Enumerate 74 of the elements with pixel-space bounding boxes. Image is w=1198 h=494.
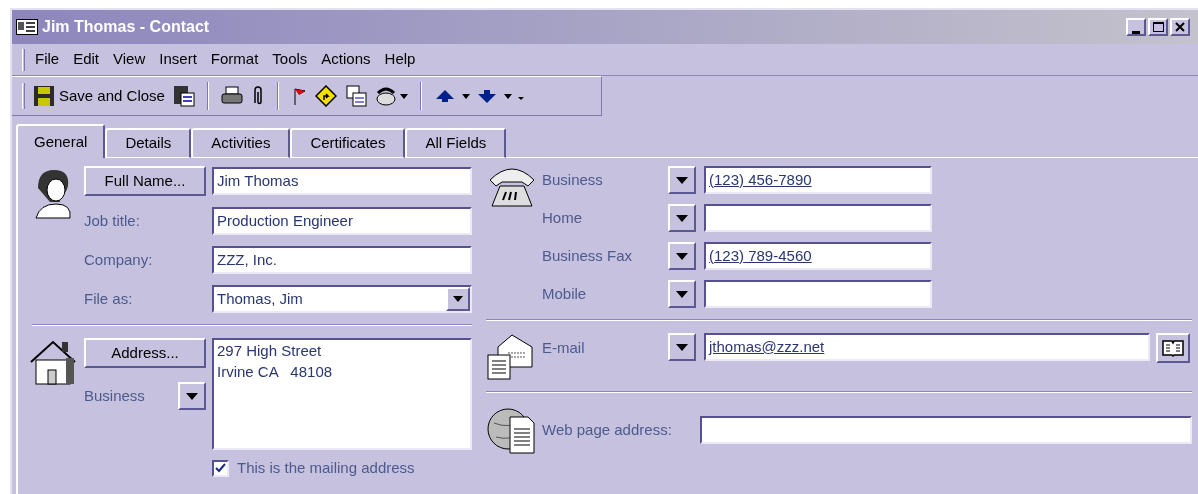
email-label: E-mail: [542, 338, 586, 358]
checkbox-label: This is the mailing address: [237, 458, 415, 478]
caret-icon: [453, 296, 463, 302]
menu-item[interactable]: Help: [384, 48, 416, 71]
caret-icon: [186, 392, 198, 400]
menu-item[interactable]: Tools: [272, 48, 308, 71]
menu-item[interactable]: Edit: [73, 48, 100, 71]
menu-item[interactable]: Insert: [159, 48, 197, 71]
close-icon: [1175, 22, 1185, 32]
phone-field[interactable]: (123) 789-4560: [704, 242, 932, 270]
minimize-button[interactable]: [1126, 18, 1146, 36]
text-field[interactable]: Jim Thomas: [212, 167, 472, 195]
caret-icon: [676, 214, 688, 222]
caret-icon: [676, 290, 688, 298]
road-sign-icon[interactable]: [314, 85, 337, 107]
menu-item[interactable]: Format: [210, 48, 259, 71]
floppy-card-icon[interactable]: [172, 85, 195, 107]
telephone-icon[interactable]: [374, 85, 397, 107]
address-type-label: Business: [84, 385, 145, 406]
phone-field[interactable]: [704, 204, 932, 232]
menu-item[interactable]: File: [35, 48, 60, 71]
tab[interactable]: Activities: [191, 128, 291, 158]
phone-field[interactable]: (123) 456-7890: [704, 166, 932, 194]
caret-icon[interactable]: [399, 93, 408, 99]
phone-type-dropdown-button[interactable]: [668, 280, 696, 308]
field-label: Company:: [84, 249, 153, 270]
text-field[interactable]: ZZZ, Inc.: [212, 246, 472, 274]
phone-type-dropdown-button[interactable]: [668, 166, 696, 194]
phone-type-dropdown-button[interactable]: [668, 242, 696, 270]
phone-field[interactable]: [704, 280, 932, 308]
web-page-label: Web page address:: [542, 419, 673, 440]
new-message-icon[interactable]: [344, 85, 367, 107]
save-and-close-button[interactable]: Save and Close: [33, 84, 165, 108]
address-book-button[interactable]: [1156, 333, 1190, 363]
tab[interactable]: General: [16, 124, 106, 158]
printer-icon[interactable]: [220, 85, 243, 107]
text-field[interactable]: Production Engineer: [212, 207, 472, 235]
field-label: Job title:: [84, 210, 140, 231]
email-type-dropdown-button[interactable]: [668, 333, 696, 361]
phone-label: Business Fax: [542, 245, 634, 266]
contact-card-icon: [16, 19, 38, 35]
web-page-field[interactable]: [700, 416, 1192, 444]
maximize-button[interactable]: [1148, 18, 1168, 36]
maximize-icon: [1152, 22, 1164, 32]
file-as-dropdown[interactable]: Thomas, Jim: [212, 285, 472, 313]
menu-item[interactable]: View: [113, 48, 146, 71]
address-line: Irvine CA 48108: [217, 362, 333, 382]
tab[interactable]: All Fields: [405, 128, 507, 158]
book-icon: [1162, 339, 1184, 357]
checkmark-icon: [215, 463, 226, 474]
phone-type-dropdown-button[interactable]: [668, 204, 696, 232]
menu-item[interactable]: Actions: [321, 48, 371, 71]
caret-icon[interactable]: [461, 93, 470, 99]
caret-icon: [676, 176, 688, 184]
field-label: File as:: [84, 288, 133, 309]
address-field[interactable]: 297 High Street Irvine CA 48108: [212, 338, 472, 450]
close-button[interactable]: [1170, 18, 1190, 36]
caret-icon[interactable]: [503, 93, 512, 99]
caret-icon: [676, 343, 688, 351]
window-title: Jim Thomas - Contact: [42, 17, 210, 37]
tab[interactable]: Certificates: [290, 128, 406, 158]
full-name-button[interactable]: Full Name...: [84, 166, 206, 196]
phone-label: Mobile: [542, 283, 588, 304]
minimize-icon: [1132, 31, 1140, 34]
house-icon: [28, 338, 78, 388]
caret-icon: [676, 252, 688, 260]
address-button[interactable]: Address...: [84, 338, 206, 368]
phone-label: Home: [542, 207, 583, 228]
email-field[interactable]: jthomas@zzz.net: [704, 333, 1150, 361]
address-line: 297 High Street: [217, 341, 322, 361]
mailing-address-checkbox[interactable]: [212, 459, 229, 477]
tab[interactable]: Details: [105, 128, 192, 158]
address-type-dropdown-button[interactable]: [178, 382, 206, 410]
phone-label: Business: [542, 169, 604, 190]
